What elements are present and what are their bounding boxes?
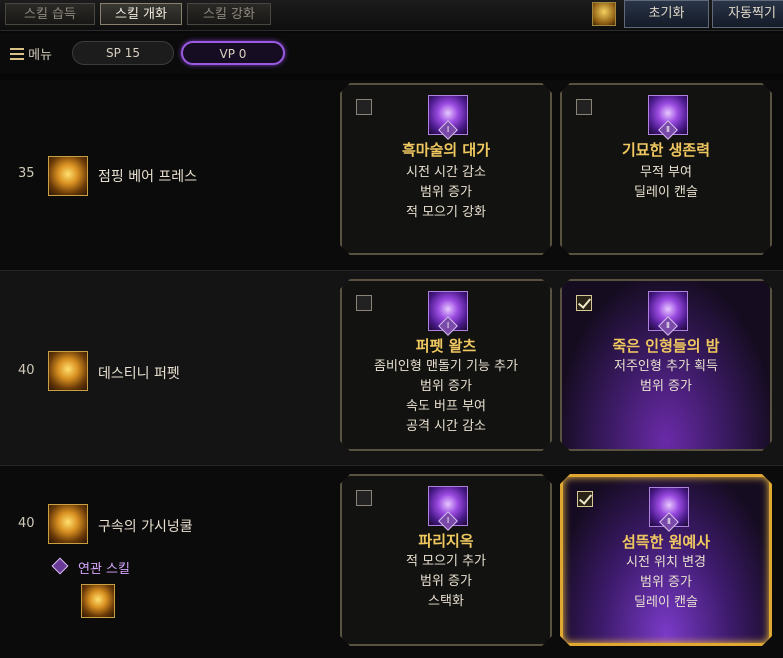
auto-assign-button[interactable]: 자동찍기	[712, 0, 783, 28]
skill-row: 40 데스티니 퍼펫 Ⅰ 퍼펫 왈츠 좀비인형 맨돌기 기능 추가 범위 증가 …	[0, 271, 783, 465]
tier-number: Ⅰ	[446, 516, 450, 525]
option-card[interactable]: Ⅰ 파리지옥 적 모으기 추가 범위 증가 스택화	[340, 474, 552, 646]
option-desc: 딜레이 캔슬	[634, 185, 698, 200]
skill-level: 35	[18, 166, 35, 181]
option-desc: 범위 증가	[640, 379, 692, 394]
related-skill-icon[interactable]	[81, 584, 115, 618]
tab-skill-bloom[interactable]: 스킬 개화	[100, 3, 182, 25]
tier-number: Ⅱ	[666, 321, 670, 330]
skill-name: 구속의 가시넝쿨	[98, 519, 193, 535]
option-desc: 적 모으기 추가	[405, 554, 487, 569]
option-checkbox-checked[interactable]	[576, 295, 592, 311]
option-checkbox[interactable]	[356, 490, 372, 506]
skill-level: 40	[18, 516, 35, 531]
option-desc: 딜레이 캔슬	[634, 595, 698, 610]
reset-button[interactable]: 초기화	[624, 0, 709, 28]
jumping-bear-press-icon[interactable]	[48, 156, 88, 196]
option-desc: 시전 위치 변경	[625, 555, 707, 570]
skill-name: 점핑 베어 프레스	[98, 169, 198, 185]
option-checkbox[interactable]	[356, 99, 372, 115]
tab-skill-enhance[interactable]: 스킬 강화	[187, 3, 271, 25]
option-checkbox[interactable]	[576, 99, 592, 115]
hamburger-icon	[10, 48, 24, 60]
option-desc: 공격 시간 감소	[405, 419, 487, 434]
option-desc: 무적 부여	[640, 165, 692, 180]
skill-level: 40	[18, 363, 35, 378]
option-title: 죽은 인형들의 밤	[612, 337, 720, 355]
option-card[interactable]: Ⅰ 흑마술의 대가 시전 시간 감소 범위 증가 적 모으기 강화	[340, 83, 552, 255]
skill-row: 35 점핑 베어 프레스 Ⅰ 흑마술의 대가 시전 시간 감소 범위 증가 적 …	[0, 80, 783, 270]
destiny-puppet-icon[interactable]	[48, 351, 88, 391]
related-skill-badge-icon	[51, 557, 69, 575]
binding-thorn-vine-icon[interactable]	[48, 504, 88, 544]
option-card-selected[interactable]: Ⅱ 섬뜩한 원예사 시전 위치 변경 범위 증가 딜레이 캔슬	[560, 474, 772, 646]
option-title: 퍼펫 왈츠	[415, 337, 477, 355]
tier-number: Ⅰ	[446, 125, 450, 134]
option-card-selected[interactable]: Ⅱ 죽은 인형들의 밤 저주인형 추가 획득 범위 증가	[560, 279, 772, 451]
option-title: 섬뜩한 원예사	[621, 533, 711, 551]
option-desc: 범위 증가	[640, 575, 692, 590]
skill-name: 데스티니 퍼펫	[98, 366, 180, 382]
option-desc: 범위 증가	[420, 574, 472, 589]
menu-button[interactable]: 메뉴	[10, 44, 52, 63]
option-desc: 스택화	[428, 594, 464, 609]
vp-counter: VP 0	[181, 41, 285, 65]
option-checkbox[interactable]	[356, 295, 372, 311]
option-desc: 범위 증가	[420, 185, 472, 200]
tier-number: Ⅰ	[446, 321, 450, 330]
sp-counter: SP 15	[72, 41, 174, 65]
option-title: 기묘한 생존력	[621, 141, 711, 159]
option-desc: 저주인형 추가 획득	[614, 359, 718, 374]
tier-number: Ⅱ	[666, 125, 670, 134]
option-checkbox-checked[interactable]	[577, 491, 593, 507]
option-desc: 적 모으기 강화	[405, 205, 487, 220]
option-desc: 속도 버프 부여	[405, 399, 487, 414]
option-card[interactable]: Ⅱ 기묘한 생존력 무적 부여 딜레이 캔슬	[560, 83, 772, 255]
option-desc: 좀비인형 맨돌기 기능 추가	[374, 359, 518, 374]
option-title: 파리지옥	[418, 532, 474, 550]
option-card[interactable]: Ⅰ 퍼펫 왈츠 좀비인형 맨돌기 기능 추가 범위 증가 속도 버프 부여 공격…	[340, 279, 552, 451]
top-bar: 스킬 습득 스킬 개화 스킬 강화 초기화 자동찍기	[0, 0, 783, 31]
skill-tree-icon[interactable]	[592, 2, 616, 26]
tab-skill-learn[interactable]: 스킬 습득	[5, 3, 95, 25]
skill-row: 40 구속의 가시넝쿨 연관 스킬 Ⅰ 파리지옥 적 모으기 추가 범위 증가 …	[0, 466, 783, 658]
option-desc: 범위 증가	[420, 379, 472, 394]
menu-label: 메뉴	[28, 48, 53, 63]
tier-number: Ⅱ	[667, 517, 671, 526]
option-desc: 시전 시간 감소	[405, 165, 487, 180]
related-skill-label: 연관 스킬	[78, 562, 130, 577]
points-bar: 메뉴 SP 15 VP 0	[0, 33, 783, 73]
option-title: 흑마술의 대가	[401, 141, 491, 159]
